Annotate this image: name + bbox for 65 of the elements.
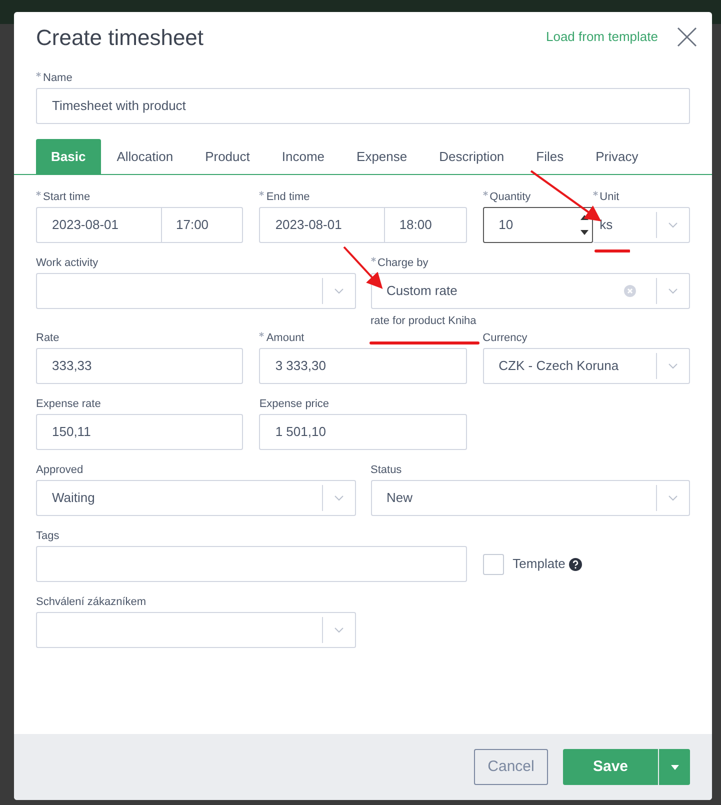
field-label: Amount bbox=[266, 331, 304, 346]
dialog-title: Create timesheet bbox=[36, 24, 204, 52]
chevron-down-icon bbox=[668, 288, 678, 294]
chevron-down-icon bbox=[334, 288, 344, 294]
save-options-button[interactable] bbox=[659, 749, 690, 785]
unit-select[interactable]: ks bbox=[592, 207, 690, 243]
field-label: Start time bbox=[43, 190, 90, 205]
select-field[interactable]: CZK - Czech Koruna bbox=[482, 348, 690, 384]
select-value: CZK - Czech Koruna bbox=[498, 357, 620, 376]
date-input[interactable]: 2023-08-01 bbox=[36, 207, 162, 243]
field-label: Currency bbox=[482, 331, 528, 346]
tab[interactable]: Allocation bbox=[100, 139, 190, 175]
tags-input[interactable] bbox=[36, 546, 467, 582]
field-label: Approved bbox=[36, 463, 84, 478]
clear-icon[interactable] bbox=[624, 285, 636, 297]
field-label: Work activity bbox=[36, 256, 98, 271]
spinner-icon[interactable] bbox=[580, 213, 589, 237]
field-label: Quantity bbox=[490, 190, 531, 205]
chevron-down-icon bbox=[334, 495, 344, 501]
quantity-input[interactable]: 10 bbox=[482, 207, 593, 243]
help-icon[interactable] bbox=[569, 558, 582, 570]
time-input[interactable]: 17:00 bbox=[162, 207, 244, 243]
field-label: Tags bbox=[36, 529, 60, 544]
text-input[interactable]: 1 501,10 bbox=[259, 414, 467, 450]
select-value: New bbox=[386, 489, 414, 508]
select-value: ks bbox=[598, 216, 614, 234]
select-field[interactable]: New bbox=[370, 480, 690, 516]
field-label: Expense rate bbox=[36, 397, 101, 412]
tab[interactable]: Description bbox=[423, 139, 520, 175]
checkbox-label: Template bbox=[512, 555, 566, 574]
caret-icon bbox=[670, 764, 678, 770]
field-label: Unit bbox=[600, 190, 620, 205]
field-label: Rate bbox=[36, 331, 60, 346]
annotation-underline bbox=[594, 250, 630, 252]
text-input[interactable]: 150,11 bbox=[36, 414, 244, 450]
tab[interactable]: Product bbox=[189, 139, 266, 175]
field-label: Schválení zákazníkem bbox=[36, 595, 146, 610]
text-input[interactable]: 333,33 bbox=[36, 348, 244, 384]
field-label: Expense price bbox=[259, 397, 330, 412]
select-value: Custom rate bbox=[386, 282, 458, 300]
annotation-arrow bbox=[530, 170, 602, 222]
chevron-down-icon bbox=[334, 627, 344, 633]
close-icon[interactable] bbox=[676, 26, 698, 48]
tab[interactable]: Expense bbox=[340, 139, 424, 175]
date-input[interactable]: 2023-08-01 bbox=[259, 207, 386, 243]
name-input[interactable]: Timesheet with product bbox=[36, 88, 690, 124]
tab[interactable]: Files bbox=[520, 139, 580, 175]
chevron-down-icon bbox=[668, 363, 678, 369]
field-label: Status bbox=[370, 463, 402, 478]
tab[interactable]: Privacy bbox=[580, 139, 654, 175]
chevron-down-icon bbox=[668, 495, 678, 501]
select-field[interactable] bbox=[36, 273, 356, 309]
select-field[interactable]: Waiting bbox=[36, 480, 356, 516]
chevron-down-icon bbox=[668, 222, 678, 228]
select-field[interactable]: Custom rate bbox=[370, 273, 690, 309]
text-input[interactable]: 3 333,30 bbox=[259, 348, 467, 384]
time-input[interactable]: 18:00 bbox=[385, 207, 467, 243]
field-label: Charge by bbox=[378, 256, 428, 271]
field-label: Name bbox=[43, 71, 72, 86]
checkbox[interactable] bbox=[482, 554, 504, 574]
field-label: End time bbox=[266, 190, 310, 205]
tab[interactable]: Income bbox=[266, 139, 341, 175]
hint-text: rate for product Kniha bbox=[370, 314, 478, 327]
select-field[interactable] bbox=[36, 612, 356, 648]
select-value: Waiting bbox=[51, 489, 96, 508]
